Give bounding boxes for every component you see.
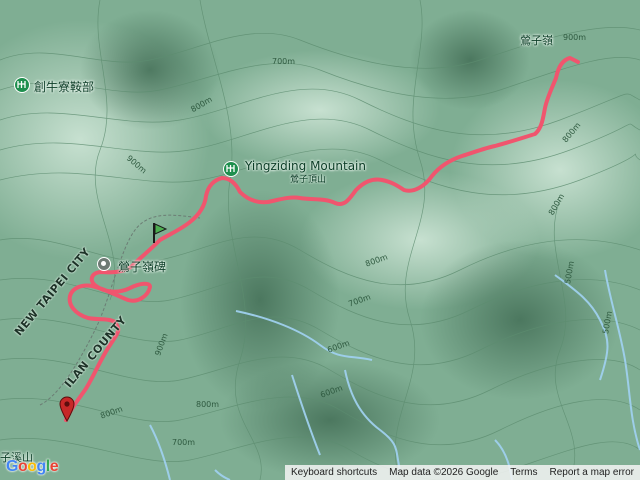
start-flag-icon[interactable]: [150, 221, 168, 245]
poi-label[interactable]: Yingziding Mountain: [245, 159, 366, 173]
contour-label: 700m: [272, 57, 296, 66]
terms-link[interactable]: Terms: [504, 467, 543, 478]
hiking-icon[interactable]: [223, 161, 239, 177]
poi-sublabel: 鶯子頂山: [290, 175, 327, 185]
end-pin-icon[interactable]: [59, 396, 75, 422]
poi-label[interactable]: 創牛寮鞍部: [34, 78, 94, 95]
hiking-icon[interactable]: [14, 77, 30, 93]
contour-label: 900m: [563, 33, 587, 42]
report-error-link[interactable]: Report a map error: [544, 467, 640, 478]
terrain-layer: [0, 0, 640, 480]
map-data-text: Map data ©2026 Google: [389, 467, 499, 478]
contour-label: 800m: [196, 400, 220, 409]
contour-label: 700m: [172, 438, 196, 447]
landmark-icon[interactable]: [97, 257, 111, 271]
google-logo: Google: [6, 458, 59, 475]
attribution-bar: Keyboard shortcuts Map data ©2026 Google…: [284, 465, 640, 480]
keyboard-shortcuts-link[interactable]: Keyboard shortcuts: [285, 467, 383, 478]
peak-label: 鶯子嶺: [520, 34, 553, 47]
poi-label[interactable]: 鶯子嶺碑: [118, 258, 166, 275]
map-canvas[interactable]: 900m 700m 800m 900m 800m 800m 800m 700m …: [0, 0, 640, 480]
